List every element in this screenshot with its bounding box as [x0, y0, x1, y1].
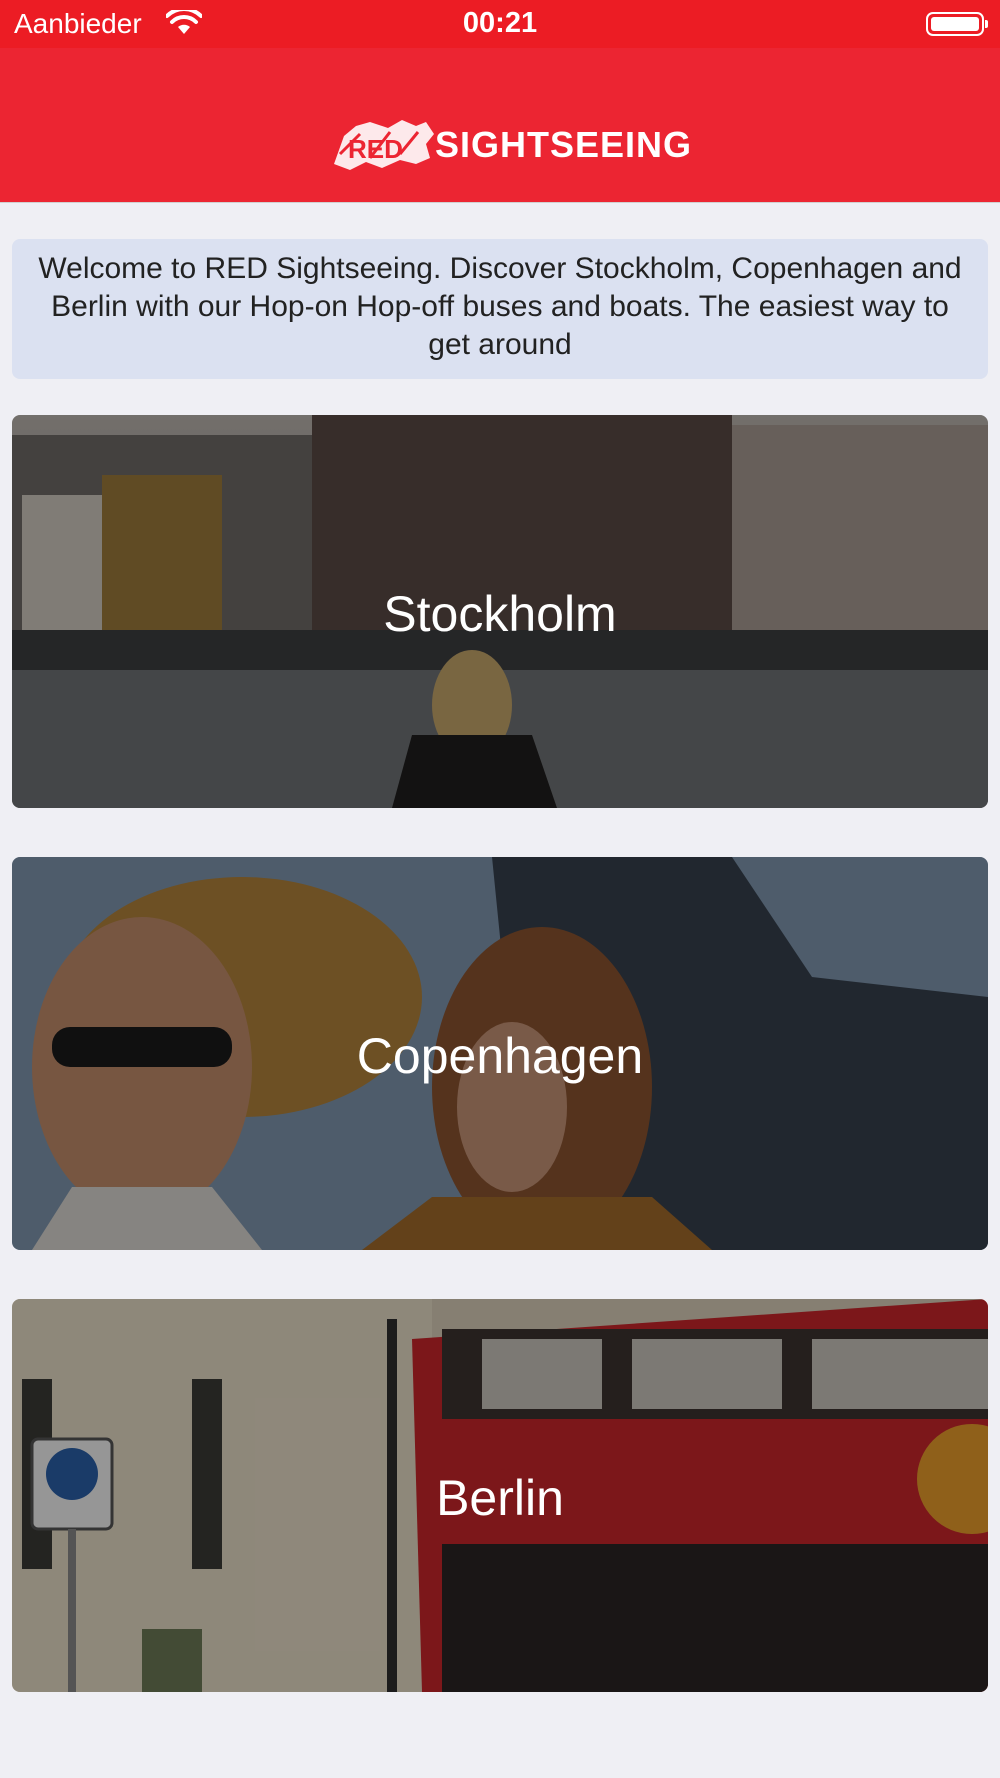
- city-card-copenhagen[interactable]: Copenhagen: [12, 857, 988, 1250]
- city-card-stockholm[interactable]: Stockholm: [12, 415, 988, 808]
- svg-text:RED: RED: [348, 134, 403, 164]
- clock: 00:21: [462, 7, 538, 39]
- battery-icon: [926, 12, 988, 36]
- welcome-banner: Welcome to RED Sightseeing. Discover Sto…: [12, 239, 988, 379]
- city-title: Stockholm: [383, 586, 617, 642]
- logo-text: SIGHTSEEING: [435, 124, 693, 165]
- city-card-berlin[interactable]: Berlin: [12, 1299, 988, 1692]
- city-title: Berlin: [436, 1470, 564, 1526]
- nav-bar: RED SIGHTSEEING: [0, 48, 1000, 203]
- city-title: Copenhagen: [356, 1028, 644, 1084]
- red-sightseeing-logo: RED SIGHTSEEING: [330, 114, 691, 174]
- status-bar: Aanbieder 00:21: [0, 0, 1000, 48]
